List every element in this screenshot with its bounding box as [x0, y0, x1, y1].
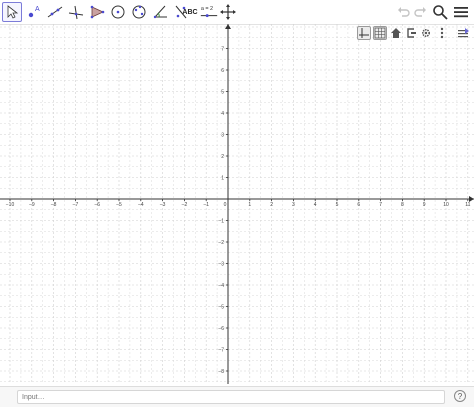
main-menu-button[interactable] [452, 3, 470, 21]
slider-icon: a = 2 [201, 6, 218, 18]
graphics-view[interactable]: −10 −9 −8 −7 −6 −5 −4 −3 −2 −1 0 1 2 3 4 5 6 7 8 9 10 1176543… [0, 24, 474, 384]
point-icon: A [28, 6, 40, 18]
toggle-style-bar-button[interactable] [456, 26, 470, 40]
x-tick-label: −7 [73, 202, 79, 208]
x-tick-label: 2 [270, 202, 273, 208]
toolbar: A ABC a = 2 [0, 0, 474, 25]
x-tick-label: 6 [357, 202, 360, 208]
y-tick-label: −8 [218, 369, 224, 375]
y-tick-label: −7 [218, 348, 224, 354]
redo-button[interactable] [411, 3, 429, 21]
x-tick-label: 9 [423, 202, 426, 208]
y-tick-label: −4 [218, 283, 224, 289]
settings-button[interactable] [419, 26, 433, 40]
polygon-icon [90, 5, 105, 19]
input-field[interactable] [17, 390, 445, 404]
x-tick-label: −4 [138, 202, 144, 208]
x-tick-label: 4 [314, 202, 317, 208]
input-bar: ? [0, 386, 474, 407]
point-tool[interactable]: A [24, 2, 44, 22]
axes-toggle[interactable] [357, 26, 371, 40]
zoom-to-fit-button[interactable] [404, 26, 418, 40]
home-icon [391, 28, 401, 38]
circle-tool[interactable] [108, 2, 128, 22]
undo-icon [398, 7, 410, 17]
more-options-button[interactable] [435, 26, 449, 40]
x-tick-label: 1 [248, 202, 251, 208]
y-tick-label: −3 [218, 262, 224, 268]
x-tick-label: 10 [443, 202, 449, 208]
y-tick-label: −6 [218, 326, 224, 332]
move-tool[interactable] [2, 2, 22, 22]
angle-icon [153, 5, 167, 19]
grid-toggle[interactable] [373, 26, 387, 40]
polygon-tool[interactable] [87, 2, 107, 22]
cursor-arrow-icon [7, 5, 19, 19]
y-tick-label: 5 [221, 90, 224, 96]
y-tick-label: 4 [221, 111, 224, 117]
x-tick-label: 5 [336, 202, 339, 208]
x-tick-label: −3 [160, 202, 166, 208]
line-icon [47, 6, 63, 18]
perpendicular-tool[interactable] [66, 2, 86, 22]
help-icon[interactable]: ? [454, 390, 466, 402]
home-button[interactable] [389, 26, 403, 40]
slider-label: a = 2 [201, 6, 213, 12]
x-tick-label: −10 [6, 202, 15, 208]
search-icon [433, 5, 448, 20]
ellipse-icon [132, 5, 146, 19]
move-graphics-tool[interactable] [218, 2, 238, 22]
y-tick-label: −1 [218, 219, 224, 225]
settings-icon [421, 28, 431, 38]
move-graphics-view-icon [220, 4, 236, 20]
circle-center-point-icon [111, 5, 125, 19]
x-tick-label: 3 [292, 202, 295, 208]
y-tick-label: 7 [221, 47, 224, 53]
origin-label: 0 [224, 202, 227, 208]
x-tick-label: −1 [203, 202, 209, 208]
x-tick-label: 7 [379, 202, 382, 208]
x-tick-label: 11 [465, 202, 470, 208]
slider-tool[interactable]: a = 2 [198, 2, 220, 22]
x-tick-label: −6 [94, 202, 100, 208]
x-tick-label: −5 [116, 202, 122, 208]
y-tick-label: −5 [218, 305, 224, 311]
axes-toggle-icon [359, 28, 369, 38]
y-tick-label: 2 [221, 154, 224, 160]
perpendicular-line-icon [68, 5, 84, 20]
y-tick-label: 3 [221, 133, 224, 139]
search-button[interactable] [431, 3, 449, 21]
menu-icon [454, 7, 468, 18]
x-tick-label: 8 [401, 202, 404, 208]
point-label: A [35, 6, 40, 13]
y-tick-label: 1 [221, 176, 224, 182]
text-tool[interactable]: ABC [180, 2, 200, 22]
zoom-to-fit-icon [407, 28, 416, 38]
text-tool-label: ABC [182, 8, 198, 16]
x-tick-label: −8 [51, 202, 57, 208]
ellipse-tool[interactable] [129, 2, 149, 22]
x-tick-label: −2 [182, 202, 188, 208]
y-tick-label: 6 [221, 68, 224, 74]
x-tick-label: −9 [29, 202, 35, 208]
angle-tool[interactable] [150, 2, 170, 22]
toggle-style-bar-icon [458, 28, 469, 38]
y-axis-arrow [225, 24, 231, 29]
more-options-icon [440, 27, 444, 39]
line-tool[interactable] [45, 2, 65, 22]
redo-icon [414, 7, 426, 17]
grid-toggle-icon [374, 27, 386, 39]
y-tick-label: −2 [218, 240, 224, 246]
